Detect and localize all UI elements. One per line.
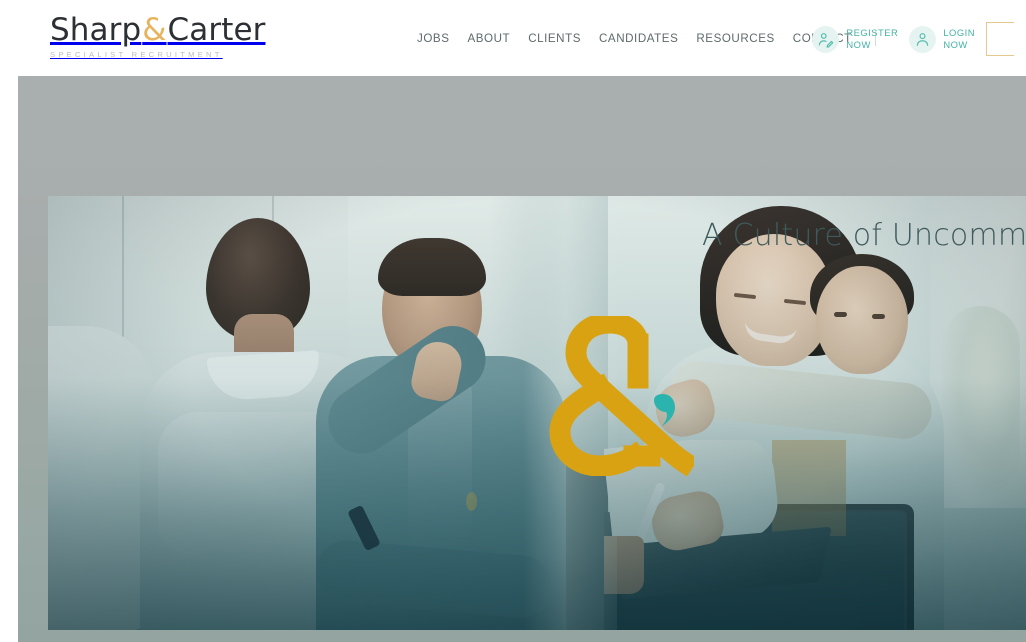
- nav-item-candidates[interactable]: CANDIDATES: [590, 29, 687, 48]
- hero-banner: A Culture of Uncommon C: [18, 76, 1026, 642]
- account-actions: REGISTER NOW LOGIN NOW: [812, 22, 1014, 56]
- child-eye-right: [872, 314, 885, 319]
- register-line-2: NOW: [846, 39, 871, 50]
- brand-ampersand: &: [142, 12, 167, 48]
- brand-logo[interactable]: Sharp&Carter SPECIALIST RECRUITMENT: [50, 15, 266, 59]
- mug: [604, 536, 644, 594]
- user-edit-icon: [812, 25, 840, 53]
- login-line-2: NOW: [943, 39, 968, 50]
- brand-name-part2: Carter: [167, 12, 266, 48]
- nav-item-jobs[interactable]: JOBS: [408, 29, 458, 48]
- child-eye-left: [834, 312, 847, 317]
- register-now-button[interactable]: REGISTER NOW: [812, 25, 898, 53]
- login-now-label: LOGIN NOW: [943, 27, 975, 51]
- brand-name-part1: Sharp: [50, 12, 142, 48]
- nav-item-clients[interactable]: CLIENTS: [519, 29, 590, 48]
- hero-photo-collage: [48, 196, 1026, 630]
- desk-chair: [772, 440, 846, 536]
- desk-scene-overlay: [604, 440, 904, 630]
- child-head: [816, 266, 908, 374]
- nav-item-resources[interactable]: RESOURCES: [687, 29, 783, 48]
- site-header: Sharp&Carter SPECIALIST RECRUITMENT JOBS…: [0, 0, 1026, 76]
- person-b-shirt-detail: [466, 492, 477, 511]
- nav-item-about[interactable]: ABOUT: [458, 29, 519, 48]
- user-icon: [909, 25, 937, 53]
- plant: [942, 306, 1020, 496]
- hero-title: A Culture of Uncommon C: [702, 218, 1026, 253]
- brand-tagline: SPECIALIST RECRUITMENT: [50, 50, 223, 59]
- search-input[interactable]: [986, 22, 1014, 56]
- register-now-label: REGISTER NOW: [846, 27, 898, 51]
- photo-pane-left: [48, 196, 608, 630]
- login-now-button[interactable]: LOGIN NOW: [909, 25, 975, 53]
- page-root: Sharp&Carter SPECIALIST RECRUITMENT JOBS…: [0, 0, 1026, 642]
- register-line-1: REGISTER: [846, 26, 899, 38]
- login-line-1: LOGIN: [943, 26, 975, 38]
- brand-wordmark: Sharp&Carter: [50, 15, 266, 46]
